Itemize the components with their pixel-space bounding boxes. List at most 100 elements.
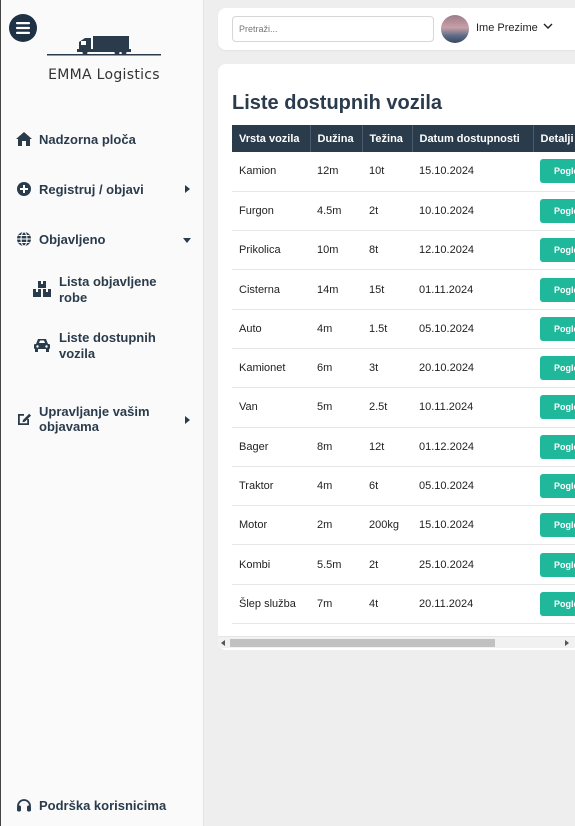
column-header-weight[interactable]: Težina xyxy=(362,125,413,152)
cell-weight: 200kg xyxy=(362,505,412,546)
cell-type: Motor xyxy=(232,505,310,546)
plus-circle-icon xyxy=(15,180,33,198)
sidebar-item-register[interactable]: Registruj / objavi xyxy=(15,180,144,198)
table-row: Kombi 5.5m 2t 25.10.2024 Pogledaj xyxy=(232,544,575,585)
cell-details: Pogledaj xyxy=(533,309,575,349)
user-name[interactable]: Ime Prezime xyxy=(476,22,538,34)
sidebar-item-label: Objavljeno xyxy=(39,231,106,247)
top-bar: Ime Prezime xyxy=(218,8,575,50)
cell-type: Kamion xyxy=(232,152,310,192)
cell-date: 10.11.2024 xyxy=(412,387,533,428)
view-button[interactable]: Pogledaj xyxy=(540,356,575,381)
table-row: Motor 2m 200kg 15.10.2024 Pogledaj xyxy=(232,505,575,546)
cell-length: 5m xyxy=(310,387,362,428)
table-row: Prikolica 10m 8t 12.10.2024 Pogledaj xyxy=(232,230,575,271)
column-header-details[interactable]: Detalji xyxy=(533,125,575,152)
cell-weight: 12t xyxy=(362,427,412,467)
scroll-left-icon[interactable] xyxy=(221,640,225,646)
sidebar-item-available-vehicles[interactable]: Liste dostupnih vozila xyxy=(33,330,169,362)
cell-weight: 1.5t xyxy=(362,309,412,349)
cell-details: Pogledaj xyxy=(533,269,575,310)
cell-date: 05.10.2024 xyxy=(412,309,533,349)
scroll-right-icon[interactable] xyxy=(565,640,569,646)
sidebar-item-label: Upravljanje vašim objavama xyxy=(39,404,150,434)
column-header-type[interactable]: Vrsta vozila xyxy=(232,125,311,152)
view-button[interactable]: Pogledaj xyxy=(540,316,575,341)
table-row: Šlep služba 7m 4t 20.11.2024 Pogledaj xyxy=(232,584,575,625)
view-button[interactable]: Pogledaj xyxy=(540,591,575,616)
column-header-length[interactable]: Dužina xyxy=(310,125,363,152)
view-button[interactable]: Pogledaj xyxy=(540,238,575,263)
cell-date: 01.12.2024 xyxy=(412,427,533,467)
avatar[interactable] xyxy=(441,15,469,43)
table-row: Kamionet 6m 3t 20.10.2024 Pogledaj xyxy=(232,348,575,389)
cell-details: Pogledaj xyxy=(533,427,575,467)
view-button[interactable]: Pogledaj xyxy=(540,513,575,538)
boxes-icon xyxy=(33,280,51,298)
car-icon xyxy=(33,336,51,354)
sidebar: EMMA Logistics Nadzorna ploča Registruj … xyxy=(0,0,204,826)
cell-length: 12m xyxy=(310,152,362,192)
edit-icon xyxy=(15,410,33,428)
headset-icon xyxy=(15,796,33,814)
view-button[interactable]: Pogledaj xyxy=(540,434,575,459)
cell-length: 7m xyxy=(310,584,362,625)
view-button[interactable]: Pogledaj xyxy=(540,198,575,223)
cell-date: 20.11.2024 xyxy=(412,584,533,625)
cell-details: Pogledaj xyxy=(533,466,575,507)
cell-type: Traktor xyxy=(232,466,310,507)
table-header-row: Vrsta vozila Dužina Težina Datum dostupn… xyxy=(232,125,575,152)
view-button[interactable]: Pogledaj xyxy=(540,395,575,420)
view-button[interactable]: Pogledaj xyxy=(540,159,575,184)
view-button[interactable]: Pogledaj xyxy=(540,552,575,577)
brand-logo[interactable]: EMMA Logistics xyxy=(41,33,167,83)
cell-date: 25.10.2024 xyxy=(412,544,533,585)
view-button[interactable]: Pogledaj xyxy=(540,474,575,499)
table-row: Kamion 12m 10t 15.10.2024 Pogledaj xyxy=(232,152,575,192)
sidebar-item-support[interactable]: Podrška korisnicima xyxy=(15,796,166,814)
table-row: Cisterna 14m 15t 01.11.2024 Pogledaj xyxy=(232,269,575,310)
cell-length: 4.5m xyxy=(310,191,362,232)
cell-weight: 4t xyxy=(362,584,412,625)
cell-details: Pogledaj xyxy=(533,505,575,546)
sidebar-item-label: Nadzorna ploča xyxy=(39,131,136,147)
cell-date: 20.10.2024 xyxy=(412,348,533,389)
scrollbar-thumb[interactable] xyxy=(230,639,495,647)
cell-details: Pogledaj xyxy=(533,387,575,428)
chevron-right-icon xyxy=(185,416,190,424)
column-header-date[interactable]: Datum dostupnosti xyxy=(412,125,534,152)
truck-logo-icon xyxy=(47,36,161,56)
cell-weight: 6t xyxy=(362,466,412,507)
sidebar-item-published[interactable]: Objavljeno xyxy=(15,230,105,248)
sidebar-item-published-goods[interactable]: Lista objavljene robe xyxy=(33,274,169,306)
search-input[interactable] xyxy=(232,16,434,42)
vehicles-card: Liste dostupnih vozila Vrsta vozila Duži… xyxy=(218,64,575,650)
cell-type: Bager xyxy=(232,427,310,467)
chevron-down-icon xyxy=(183,238,191,243)
menu-toggle-button[interactable] xyxy=(9,14,37,42)
brand-name: EMMA Logistics xyxy=(48,67,160,83)
chevron-down-icon[interactable] xyxy=(543,22,553,30)
page-title: Liste dostupnih vozila xyxy=(232,92,443,114)
cell-length: 10m xyxy=(310,230,362,271)
cell-weight: 2.5t xyxy=(362,387,412,428)
sidebar-subitem-label: Lista objavljene robe xyxy=(59,274,157,305)
table-row: Van 5m 2.5t 10.11.2024 Pogledaj xyxy=(232,387,575,428)
sidebar-item-manage-posts[interactable]: Upravljanje vašim objavama xyxy=(15,404,159,434)
cell-type: Van xyxy=(232,387,310,428)
cell-weight: 10t xyxy=(362,152,412,192)
vehicles-table: Vrsta vozila Dužina Težina Datum dostupn… xyxy=(232,125,575,625)
globe-icon xyxy=(15,230,33,248)
view-button[interactable]: Pogledaj xyxy=(540,277,575,302)
cell-date: 12.10.2024 xyxy=(412,230,533,271)
cell-details: Pogledaj xyxy=(533,348,575,389)
horizontal-scrollbar[interactable] xyxy=(218,636,575,648)
cell-weight: 2t xyxy=(362,191,412,232)
cell-details: Pogledaj xyxy=(533,230,575,271)
table-row: Auto 4m 1.5t 05.10.2024 Pogledaj xyxy=(232,309,575,349)
cell-date: 10.10.2024 xyxy=(412,191,533,232)
cell-details: Pogledaj xyxy=(533,584,575,625)
cell-type: Cisterna xyxy=(232,269,310,310)
sidebar-item-dashboard[interactable]: Nadzorna ploča xyxy=(15,130,136,148)
cell-length: 5.5m xyxy=(310,544,362,585)
